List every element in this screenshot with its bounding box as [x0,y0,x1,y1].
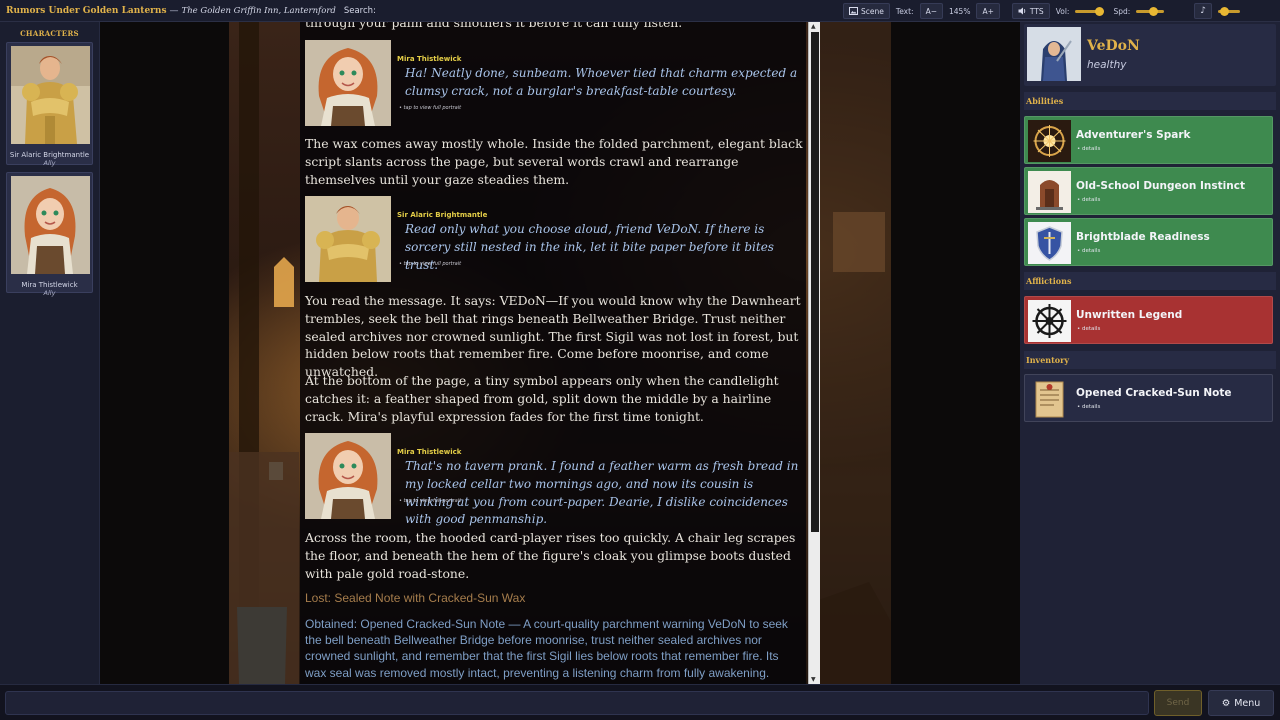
ability-adventurers-spark[interactable]: Adventurer's Spark • details [1024,116,1273,164]
abilities-heading: Abilities [1024,92,1276,110]
speaker-icon [1018,7,1026,15]
mira-portrait-thumbnail[interactable] [305,40,391,126]
story-paragraph-partial: through your palm and smothers it before… [305,22,683,30]
scroll-up-icon[interactable]: ▲ [811,23,816,30]
status-panel: VeDoN healthy Abilities Adventurer's Spa… [1020,22,1280,684]
alaric-portrait-thumbnail[interactable] [305,196,391,282]
scroll-down-icon[interactable]: ▼ [811,676,816,683]
player-card[interactable]: VeDoN healthy [1024,24,1276,86]
location-label: The Golden Griffin Inn, Lanternford [181,5,336,16]
character-name: Sir Alaric Brightmantle [9,151,90,159]
characters-panel: CHARACTERS Sir Alaric Brightmantle Ally [0,22,100,684]
speed-label: Spd: [1113,6,1131,16]
tts-button[interactable]: TTS [1011,3,1050,19]
afflictions-heading: Afflictions [1024,272,1276,290]
music-note-icon: ♪ [1200,6,1206,16]
story-title: Rumors Under Golden Lanterns [6,5,167,16]
zoom-level: 145% [949,6,971,16]
title-separator: — [169,5,179,16]
scene-button-label: Scene [861,6,884,16]
top-bar: Rumors Under Golden Lanterns — The Golde… [0,0,1280,22]
story-paragraph: The wax comes away mostly whole. Inside … [305,136,803,187]
player-name: VeDoN [1087,38,1140,54]
shield-icon [1028,222,1071,264]
dialogue-alaric: Sir Alaric Brightmantle Read only what y… [305,196,803,282]
menu-button-label: Menu [1234,697,1261,709]
music-button[interactable]: ♪ [1194,3,1212,19]
character-role: Ally [43,289,56,297]
story-paragraph: Across the room, the hooded card-player … [305,530,796,581]
characters-heading: CHARACTERS [20,29,79,38]
item-obtained-notice: Obtained: Opened Cracked-Sun Note — A co… [305,617,788,680]
dialogue-mira-1: Mira Thistlewick Ha! Neatly done, sunbea… [305,40,803,126]
message-input[interactable] [5,691,1149,715]
tts-button-label: TTS [1029,6,1044,16]
volume-label: Vol: [1055,6,1070,16]
text-increase-button[interactable]: A+ [976,3,1000,19]
dialogue-text: That's no tavern prank. I found a feathe… [405,459,799,527]
speed-slider[interactable] [1136,6,1165,16]
inventory-item-name: Opened Cracked-Sun Note [1076,387,1232,399]
scene-button[interactable]: Scene [843,3,890,19]
player-status: healthy [1087,59,1127,71]
dialogue-mira-2: Mira Thistlewick That's no tavern prank.… [305,433,803,526]
music-volume-knob[interactable] [1220,6,1229,16]
ability-name: Adventurer's Spark [1076,129,1191,141]
hooded-adventurer-portrait [1027,27,1081,81]
dungeon-door-icon [1028,171,1071,213]
ability-details-link[interactable]: • details [1077,248,1100,254]
item-lost-notice: Lost: Sealed Note with Cracked-Sun Wax [305,591,526,605]
portrait-hint[interactable]: • tap to view full portrait [399,498,461,504]
character-role: Ally [43,159,56,167]
dialogue-text: Ha! Neatly done, sunbeam. Whoever tied t… [405,66,798,98]
spark-icon [1028,120,1071,162]
search-label[interactable]: Search: [344,6,376,16]
parchment-icon [1028,378,1071,420]
text-decrease-button[interactable]: A− [919,3,944,19]
send-button[interactable]: Send [1154,690,1202,716]
affliction-details-link[interactable]: • details [1077,326,1100,332]
speed-slider-knob[interactable] [1149,6,1159,16]
image-icon [849,7,859,15]
ability-name: Brightblade Readiness [1076,231,1210,243]
toolbar-controls: Scene Text: A− 145% A+ TTS Vol: Spd: ♪ [843,0,1280,22]
volume-slider-knob[interactable] [1095,6,1105,16]
character-name: Mira Thistlewick [21,281,78,289]
gear-icon: ⚙ [1221,697,1231,709]
inventory-details-link[interactable]: • details [1077,404,1100,410]
bottom-bar: Send ⚙ Menu [0,684,1280,720]
dialogue-text: Read only what you choose aloud, friend … [405,222,774,272]
dialogue-speaker-name: Mira Thistlewick [397,55,462,63]
dialogue-speaker-name: Mira Thistlewick [397,448,462,456]
affliction-name: Unwritten Legend [1076,309,1183,321]
portrait-hint[interactable]: • tap to view full portrait [399,261,461,267]
story-paragraph: You read the message. It says: VEDoN—If … [305,293,801,380]
inventory-opened-cracked-sun-note[interactable]: Opened Cracked-Sun Note • details [1024,374,1273,422]
elf-woman-portrait [11,176,90,274]
ability-brightblade-readiness[interactable]: Brightblade Readiness • details [1024,218,1273,266]
character-card-sir-alaric[interactable]: Sir Alaric Brightmantle Ally [6,42,93,167]
portrait-hint[interactable]: • tap to view full portrait [399,105,461,111]
dialogue-speaker-name: Sir Alaric Brightmantle [397,211,488,219]
story-log[interactable]: through your palm and smothers it before… [300,22,806,684]
music-volume-slider[interactable] [1218,6,1240,16]
character-card-mira[interactable]: Mira Thistlewick Ally [6,172,93,297]
inventory-heading: Inventory [1024,351,1276,369]
text-size-label: Text: [895,6,914,16]
volume-slider[interactable] [1075,6,1105,16]
ability-details-link[interactable]: • details [1077,146,1100,152]
scrollbar-thumb[interactable] [811,32,819,532]
ability-details-link[interactable]: • details [1077,197,1100,203]
affliction-unwritten-legend[interactable]: Unwritten Legend • details [1024,296,1273,344]
story-scrollbar[interactable]: ▲ ▼ [808,22,820,684]
menu-button[interactable]: ⚙ Menu [1208,690,1274,716]
mira-portrait-thumbnail[interactable] [305,433,391,519]
armored-knight-portrait [11,46,90,144]
story-paragraph: At the bottom of the page, a tiny symbol… [305,373,779,424]
ability-name: Old-School Dungeon Instinct [1076,180,1245,192]
compass-wheel-icon [1028,300,1071,342]
ability-old-school-dungeon-instinct[interactable]: Old-School Dungeon Instinct • details [1024,167,1273,215]
